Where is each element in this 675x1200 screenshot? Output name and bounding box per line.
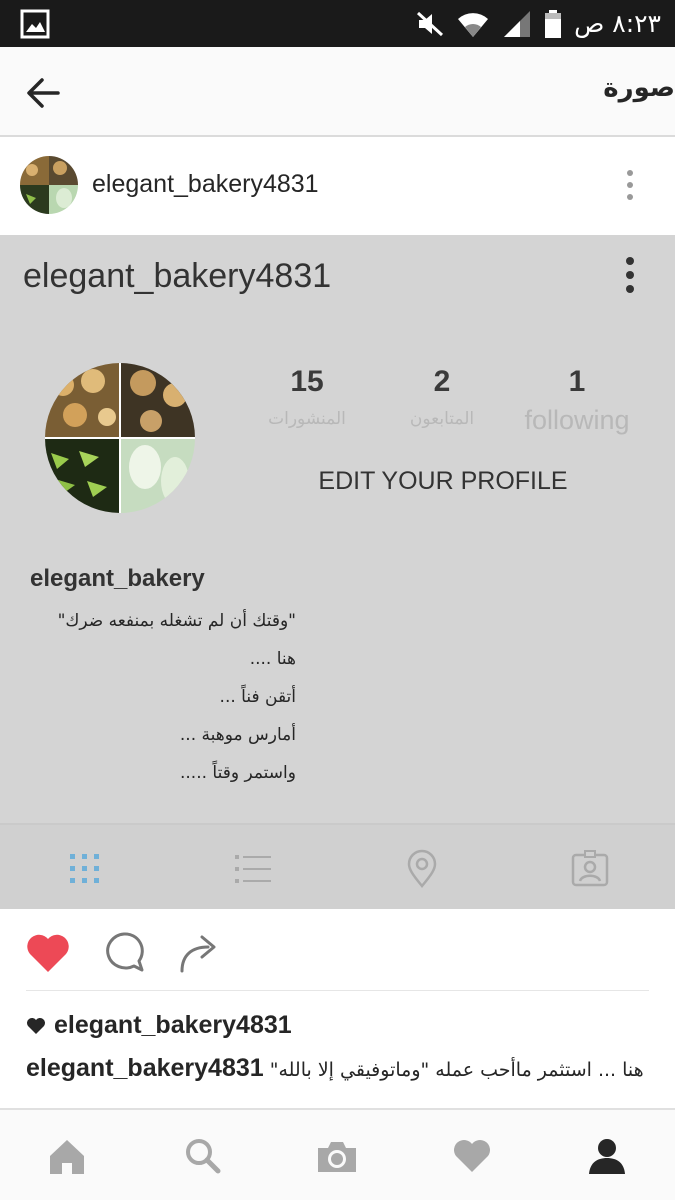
wifi-icon (458, 12, 489, 37)
post-caption: elegant_bakery4831 هنا ... استثمر ماأحب … (26, 1052, 646, 1108)
profile-tabs (0, 825, 675, 909)
bio-line: هنا .... (249, 649, 296, 669)
list-view-icon (235, 855, 271, 883)
likes-username[interactable]: elegant_bakery4831 (54, 1011, 292, 1040)
signal-icon (504, 10, 531, 37)
post-username[interactable]: elegant_bakery4831 (92, 170, 319, 199)
mute-icon (417, 11, 444, 36)
bio-line: أمارس موهبة ... (179, 725, 296, 745)
small-heart-icon (27, 1017, 45, 1034)
like-heart-icon[interactable] (24, 929, 72, 975)
page-title: صورة (603, 73, 675, 103)
more-options-icon[interactable] (620, 167, 640, 203)
camera-icon[interactable] (316, 1136, 358, 1176)
caption-username[interactable]: elegant_bakery4831 (26, 1054, 264, 1082)
edit-profile-button: EDIT YOUR PROFILE (318, 467, 568, 495)
profile-username: elegant_bakery4831 (23, 257, 332, 295)
stat-label: following (524, 405, 630, 435)
bio-line: أتقن فناً ... (219, 687, 296, 707)
stat-followers: 2 المتابعون (396, 365, 488, 429)
activity-heart-icon[interactable] (451, 1136, 493, 1176)
profile-avatar (45, 363, 195, 513)
bio-line: "وقتك أن لم تشغله بمنفعه ضرك" (57, 611, 296, 631)
stat-value: 1 (568, 365, 586, 398)
profile-icon[interactable] (586, 1136, 628, 1176)
profile-bio: "وقتك أن لم تشغله بمنفعه ضرك" هنا .... أ… (30, 607, 296, 797)
post-image[interactable]: elegant_bakery4831 15 المنشورات 2 المتاب… (0, 235, 675, 909)
profile-full-name: elegant_bakery (30, 565, 205, 592)
app-bar: صورة (0, 47, 675, 137)
stat-following: 1 following (518, 365, 636, 436)
stat-value: 15 (290, 365, 324, 398)
back-arrow-icon[interactable] (22, 72, 64, 114)
stat-posts: 15 المنشورات (256, 365, 358, 429)
gallery-notification-icon (20, 9, 50, 39)
status-bar: ٨:٢٣ ص (0, 0, 675, 47)
home-icon[interactable] (46, 1136, 88, 1176)
tagged-photos-icon (571, 850, 609, 887)
grid-view-icon (70, 854, 99, 883)
bottom-navigation (0, 1108, 675, 1200)
clock: ٨:٢٣ ص (574, 9, 661, 38)
likes-row[interactable]: elegant_bakery4831 (26, 1011, 292, 1040)
share-icon[interactable] (176, 929, 224, 975)
search-icon[interactable] (182, 1136, 224, 1176)
caption-text: هنا ... استثمر ماأحب عمله "وماتوفيقي إلا… (269, 1059, 644, 1081)
post-header: elegant_bakery4831 (0, 139, 675, 235)
location-icon (407, 849, 437, 888)
battery-icon (545, 9, 562, 38)
bio-line: واستمر وقتاً ..... (180, 763, 296, 783)
stat-label: المنشورات (268, 409, 346, 429)
post-actions (0, 909, 675, 991)
stat-value: 2 (433, 365, 451, 398)
comment-icon[interactable] (100, 929, 148, 975)
stat-label: المتابعون (409, 409, 475, 429)
divider (26, 990, 649, 991)
post-avatar[interactable] (20, 156, 78, 214)
profile-more-icon (626, 257, 634, 293)
